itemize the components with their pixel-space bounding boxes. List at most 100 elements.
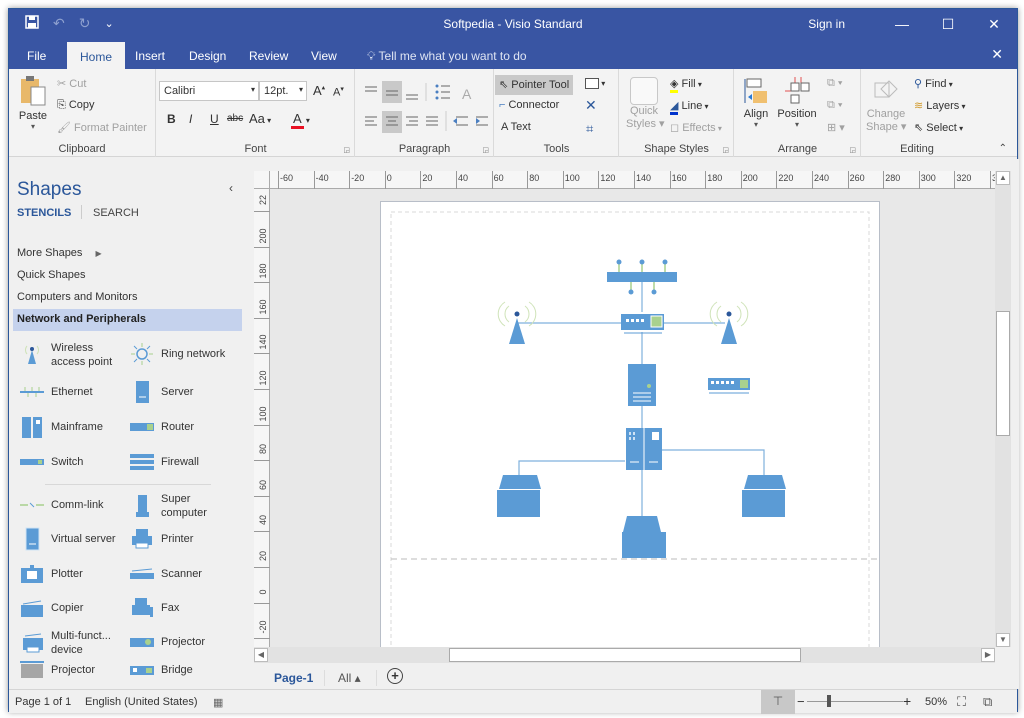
- fill-button[interactable]: ◈ Fill ▾: [670, 77, 702, 93]
- scroll-up-button[interactable]: ▲: [996, 171, 1010, 185]
- collapse-ribbon-icon[interactable]: ⌃: [999, 143, 1007, 154]
- rectangle-shape-button[interactable]: ▾: [585, 77, 605, 89]
- shrink-font-button[interactable]: A▾: [333, 85, 344, 99]
- cut-button[interactable]: ✂ Cut: [57, 77, 86, 90]
- horizontal-scroll-thumb[interactable]: [449, 648, 801, 662]
- tab-insert[interactable]: Insert: [135, 45, 165, 67]
- text-tool-button[interactable]: A Text: [501, 121, 531, 133]
- zoom-in-button[interactable]: +: [903, 693, 911, 709]
- stencils-tab[interactable]: STENCILS: [17, 207, 71, 219]
- paragraph-dialog-launcher-icon[interactable]: ◲: [482, 146, 489, 154]
- pointer-tool-button[interactable]: ⇖ Pointer Tool: [495, 75, 574, 95]
- paste-dropdown-icon[interactable]: ▾: [17, 122, 49, 131]
- collapse-pane-icon[interactable]: ‹: [229, 181, 233, 195]
- stencil-item[interactable]: Scanner: [129, 561, 202, 587]
- stencil-item[interactable]: Ring network: [129, 341, 225, 367]
- zoom-slider-thumb[interactable]: [827, 695, 831, 707]
- presentation-mode-icon[interactable]: ⊤: [761, 690, 795, 714]
- language-status[interactable]: English (United States): [85, 696, 198, 708]
- shape-styles-dialog-launcher-icon[interactable]: ◲: [722, 146, 729, 154]
- undo-icon[interactable]: ↶: [53, 15, 65, 32]
- scroll-left-button[interactable]: ◀: [254, 648, 268, 662]
- copy-button[interactable]: ⎘ Copy: [57, 99, 95, 112]
- tab-view[interactable]: View: [311, 45, 337, 67]
- paragraph-alignment-icons[interactable]: A: [362, 81, 492, 141]
- zoom-out-button[interactable]: −: [797, 694, 805, 709]
- font-name-select[interactable]: Calibri ▾: [159, 81, 259, 101]
- zoom-slider-track[interactable]: [807, 701, 903, 702]
- quick-styles-button[interactable]: Quick Styles ▾: [626, 77, 665, 130]
- page-count-status[interactable]: Page 1 of 1: [15, 696, 71, 708]
- font-color-button[interactable]: A ▾: [291, 111, 310, 129]
- bold-button[interactable]: B: [167, 112, 176, 126]
- line-button[interactable]: ◢ Line ▾: [670, 99, 709, 115]
- stencil-item[interactable]: Printer: [129, 526, 193, 552]
- grow-font-button[interactable]: A▴: [313, 83, 325, 98]
- page-tab-page-1[interactable]: Page-1: [274, 671, 313, 685]
- nav-more-shapes[interactable]: More Shapes ▶: [13, 243, 242, 265]
- tab-file[interactable]: File: [27, 45, 46, 67]
- tab-home[interactable]: Home: [67, 42, 126, 69]
- add-page-button[interactable]: +: [387, 668, 403, 684]
- stencil-item[interactable]: Fax: [129, 595, 179, 621]
- stencil-item[interactable]: Projector: [19, 657, 95, 683]
- stencil-item[interactable]: Projector: [129, 629, 205, 655]
- stencil-item[interactable]: Firewall: [129, 449, 199, 475]
- nav-network-and-peripherals[interactable]: Network and Peripherals: [13, 309, 242, 331]
- maximize-button[interactable]: ☐: [925, 16, 971, 33]
- nav-computers-and-monitors[interactable]: Computers and Monitors: [13, 287, 242, 309]
- effects-button[interactable]: ◻ Effects ▾: [670, 121, 722, 134]
- connection-point-icon[interactable]: ⌗: [586, 121, 593, 137]
- font-dialog-launcher-icon[interactable]: ◲: [343, 146, 350, 154]
- save-icon[interactable]: [25, 15, 39, 32]
- align-button[interactable]: Align ▾: [741, 77, 771, 129]
- vertical-scroll-thumb[interactable]: [996, 311, 1010, 436]
- tell-me-box[interactable]: 💡︎ Tell me what you want to do: [367, 49, 527, 64]
- change-shape-button[interactable]: Change Shape ▾: [866, 77, 906, 133]
- zoom-level[interactable]: 50%: [925, 696, 947, 708]
- select-button[interactable]: ⇖ Select ▾: [914, 121, 963, 134]
- stencil-item[interactable]: Bridge: [129, 657, 193, 683]
- arrange-dialog-launcher-icon[interactable]: ◲: [849, 146, 856, 154]
- connector-button[interactable]: ⌐ Connector: [499, 99, 559, 111]
- nav-quick-shapes[interactable]: Quick Shapes: [13, 265, 242, 287]
- font-size-select[interactable]: 12pt. ▾: [259, 81, 307, 101]
- horizontal-scrollbar[interactable]: ◀ ▶: [254, 647, 995, 663]
- stencil-item[interactable]: Mainframe: [19, 414, 103, 440]
- stencil-item[interactable]: Copier: [19, 595, 83, 621]
- italic-button[interactable]: I: [189, 112, 192, 126]
- minimize-button[interactable]: —: [879, 16, 925, 32]
- paste-button[interactable]: Paste ▾: [17, 75, 49, 131]
- stencil-item[interactable]: Wireless access point: [19, 341, 112, 369]
- close-button[interactable]: ✕: [971, 16, 1017, 33]
- stencil-item[interactable]: Comm-link: [19, 492, 104, 518]
- strikethrough-button[interactable]: abc: [227, 113, 243, 124]
- stencil-item[interactable]: Router: [129, 414, 194, 440]
- change-case-button[interactable]: Aa ▾: [249, 111, 271, 126]
- stencil-item[interactable]: Super computer: [129, 492, 207, 520]
- all-pages-button[interactable]: All ▴: [338, 671, 361, 685]
- stencil-item[interactable]: Switch: [19, 449, 83, 475]
- stencil-item[interactable]: Multi-funct... device: [19, 629, 111, 657]
- tab-design[interactable]: Design: [189, 45, 226, 67]
- scroll-down-button[interactable]: ▼: [996, 633, 1010, 647]
- scroll-right-button[interactable]: ▶: [981, 648, 995, 662]
- find-button[interactable]: ⚲ Find ▾: [914, 77, 953, 90]
- position-button[interactable]: Position ▾: [777, 77, 817, 129]
- close-document-icon[interactable]: ✕: [991, 46, 1003, 63]
- fit-to-window-icon[interactable]: ⛶: [957, 694, 966, 710]
- underline-button[interactable]: U: [210, 112, 219, 126]
- stencil-item[interactable]: Plotter: [19, 561, 83, 587]
- format-painter-button[interactable]: 🖌︎ Format Painter: [57, 121, 147, 134]
- customize-qat-icon[interactable]: ⌄: [104, 17, 113, 30]
- switch-windows-icon[interactable]: ⧉: [983, 694, 992, 710]
- stencil-item[interactable]: Ethernet: [19, 379, 93, 405]
- redo-icon[interactable]: ↻: [79, 15, 91, 32]
- tab-review[interactable]: Review: [249, 45, 288, 67]
- layers-button[interactable]: ≋ Layers ▾: [914, 99, 966, 112]
- sign-in-link[interactable]: Sign in: [808, 17, 845, 31]
- delete-x-icon[interactable]: ✕: [585, 97, 597, 114]
- vertical-scrollbar[interactable]: ▲ ▼: [995, 171, 1011, 647]
- macro-recorder-icon[interactable]: ▦: [213, 696, 223, 709]
- send-backward-button[interactable]: ⧉ ▾: [827, 99, 843, 112]
